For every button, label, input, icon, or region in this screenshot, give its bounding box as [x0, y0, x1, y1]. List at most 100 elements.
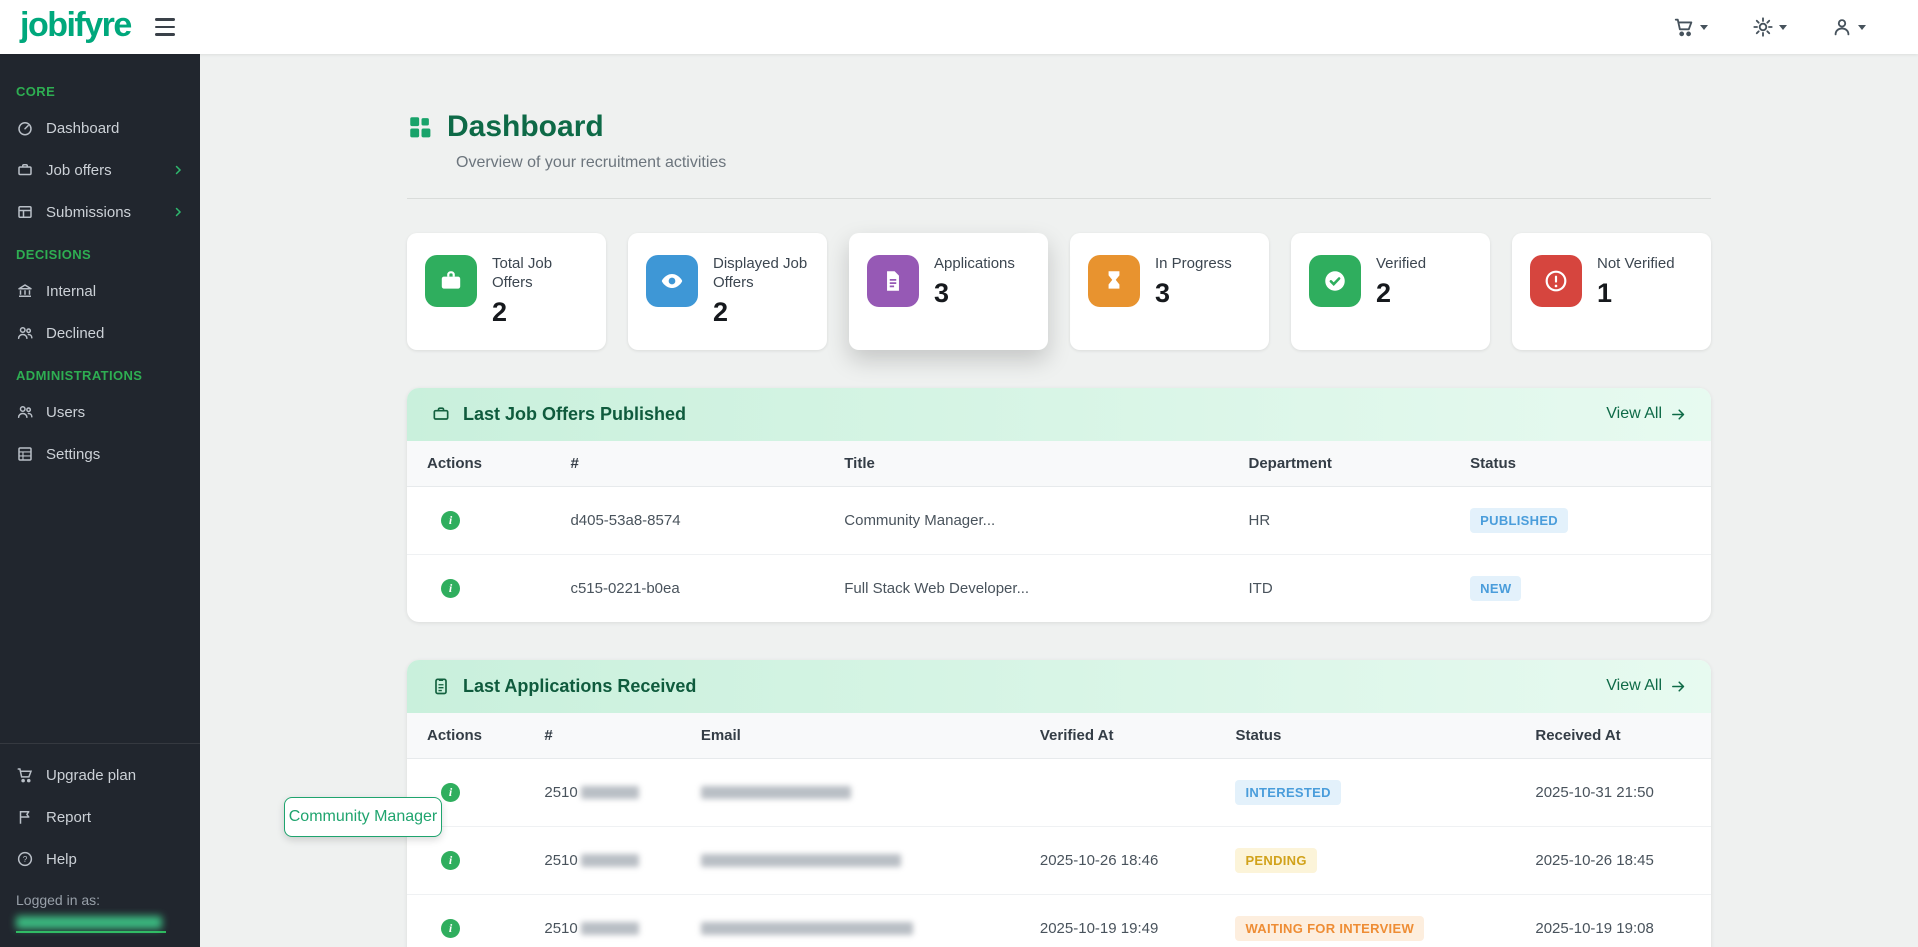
applications-panel-header: Last Applications Received View All: [407, 660, 1711, 713]
chevron-right-icon: [172, 164, 184, 176]
job-offers-table: Actions # Title Department Status i d405…: [407, 441, 1711, 622]
file-icon: [867, 255, 919, 307]
dashboard-grid-icon: [407, 114, 433, 140]
sidebar-item-job-offers[interactable]: Job offers: [0, 149, 200, 191]
question-icon: ?: [16, 850, 35, 868]
sidebar-item-help[interactable]: ? Help: [0, 838, 200, 880]
col-id: #: [550, 441, 824, 487]
sidebar-item-internal[interactable]: Internal: [0, 270, 200, 312]
col-verified-at: Verified At: [1020, 713, 1216, 759]
page-subtitle: Overview of your recruitment activities: [456, 154, 1711, 172]
sidebar: CORE Dashboard Job offers: [0, 54, 200, 947]
info-icon[interactable]: i: [441, 579, 460, 598]
info-icon[interactable]: i: [441, 919, 460, 938]
col-department: Department: [1229, 441, 1451, 487]
users-icon: [16, 324, 35, 342]
table-row: i 2510 2025-10-26 18:46 PENDING 2025-10-…: [407, 826, 1711, 894]
application-email: [681, 758, 1020, 826]
cart-icon: [16, 766, 35, 784]
gauge-icon: [16, 119, 35, 137]
stat-card-verified[interactable]: Verified 2: [1291, 233, 1490, 350]
panel-title: Last Job Offers Published: [463, 404, 686, 425]
seal-check-icon: [1309, 255, 1361, 307]
stat-value: 2: [713, 297, 809, 328]
col-email: Email: [681, 713, 1020, 759]
logged-in-as: Logged in as:: [0, 880, 200, 933]
stat-value: 3: [1155, 278, 1232, 309]
application-email: [681, 894, 1020, 947]
stat-card-in-progress[interactable]: In Progress 3: [1070, 233, 1269, 350]
col-status: Status: [1450, 441, 1711, 487]
col-received-at: Received At: [1515, 713, 1711, 759]
account-menu[interactable]: [1831, 16, 1866, 38]
table-row: i 2510 INTERESTED 2025-10-31 21:50: [407, 758, 1711, 826]
sidebar-item-settings[interactable]: Settings: [0, 433, 200, 475]
sidebar-item-declined[interactable]: Declined: [0, 312, 200, 354]
gear-icon: [1752, 16, 1774, 38]
applications-panel: Last Applications Received View All Acti…: [407, 660, 1711, 947]
sidebar-item-users[interactable]: Users: [0, 391, 200, 433]
info-icon[interactable]: i: [441, 511, 460, 530]
info-icon[interactable]: i: [441, 783, 460, 802]
blurred-username: [16, 916, 162, 929]
application-id: 2510: [524, 826, 680, 894]
verified-at: [1020, 758, 1216, 826]
bank-icon: [16, 282, 35, 300]
hamburger-menu-icon[interactable]: [147, 8, 183, 46]
offer-title: Full Stack Web Developer...: [824, 554, 1228, 622]
person-icon: [1831, 16, 1853, 38]
settings-menu[interactable]: [1752, 16, 1787, 38]
caret-down-icon: [1700, 25, 1708, 30]
col-actions: Actions: [407, 441, 550, 487]
stat-value: 2: [1376, 278, 1426, 309]
info-icon[interactable]: i: [441, 851, 460, 870]
arrow-right-icon: [1670, 678, 1687, 695]
blurred-id: [581, 786, 639, 799]
applications-view-all-link[interactable]: View All: [1606, 677, 1687, 695]
job-offers-panel-header: Last Job Offers Published View All: [407, 388, 1711, 441]
stat-card-applications[interactable]: Applications 3: [849, 233, 1048, 350]
sidebar-section-core: CORE: [0, 70, 200, 107]
stat-value: 1: [1597, 278, 1675, 309]
verified-at: 2025-10-19 19:49: [1020, 894, 1216, 947]
briefcase-icon: [425, 255, 477, 307]
status-badge: PENDING: [1235, 848, 1316, 873]
topbar: jobifyre: [0, 0, 1918, 54]
sidebar-item-dashboard[interactable]: Dashboard: [0, 107, 200, 149]
clipboard-icon: [431, 676, 451, 696]
col-status: Status: [1215, 713, 1515, 759]
blurred-email: [701, 922, 913, 935]
current-user-link[interactable]: [16, 916, 166, 933]
header-divider: [407, 198, 1711, 199]
offer-department: ITD: [1229, 554, 1451, 622]
status-badge: WAITING FOR INTERVIEW: [1235, 916, 1424, 941]
briefcase-icon: [16, 161, 35, 179]
tooltip-community-manager: Community Manager: [284, 797, 442, 837]
status-badge: PUBLISHED: [1470, 508, 1568, 533]
app-logo[interactable]: jobifyre: [0, 6, 147, 49]
cart-menu[interactable]: [1673, 16, 1708, 38]
sidebar-item-report[interactable]: Report: [0, 796, 200, 838]
sidebar-section-administrations: ADMINISTRATIONS: [0, 354, 200, 391]
table-row: i d405-53a8-8574 Community Manager... HR…: [407, 486, 1711, 554]
stat-value: 3: [934, 278, 1015, 309]
received-at: 2025-10-31 21:50: [1515, 758, 1711, 826]
page-title: Dashboard: [447, 110, 604, 144]
stat-card-displayed-job-offers[interactable]: Displayed Job Offers 2: [628, 233, 827, 350]
page-header: Dashboard: [407, 110, 1711, 144]
svg-text:?: ?: [23, 855, 28, 864]
sidebar-section-decisions: DECISIONS: [0, 233, 200, 270]
sidebar-item-upgrade-plan[interactable]: Upgrade plan: [0, 754, 200, 796]
job-offers-view-all-link[interactable]: View All: [1606, 405, 1687, 423]
topbar-actions: [1673, 16, 1918, 38]
offer-id: d405-53a8-8574: [550, 486, 824, 554]
received-at: 2025-10-19 19:08: [1515, 894, 1711, 947]
received-at: 2025-10-26 18:45: [1515, 826, 1711, 894]
stat-card-not-verified[interactable]: Not Verified 1: [1512, 233, 1711, 350]
columns-icon: [16, 203, 35, 221]
offer-title: Community Manager...: [824, 486, 1228, 554]
application-id: 2510: [524, 758, 680, 826]
stat-card-total-job-offers[interactable]: Total Job Offers 2: [407, 233, 606, 350]
alert-circle-icon: [1530, 255, 1582, 307]
sidebar-item-submissions[interactable]: Submissions: [0, 191, 200, 233]
